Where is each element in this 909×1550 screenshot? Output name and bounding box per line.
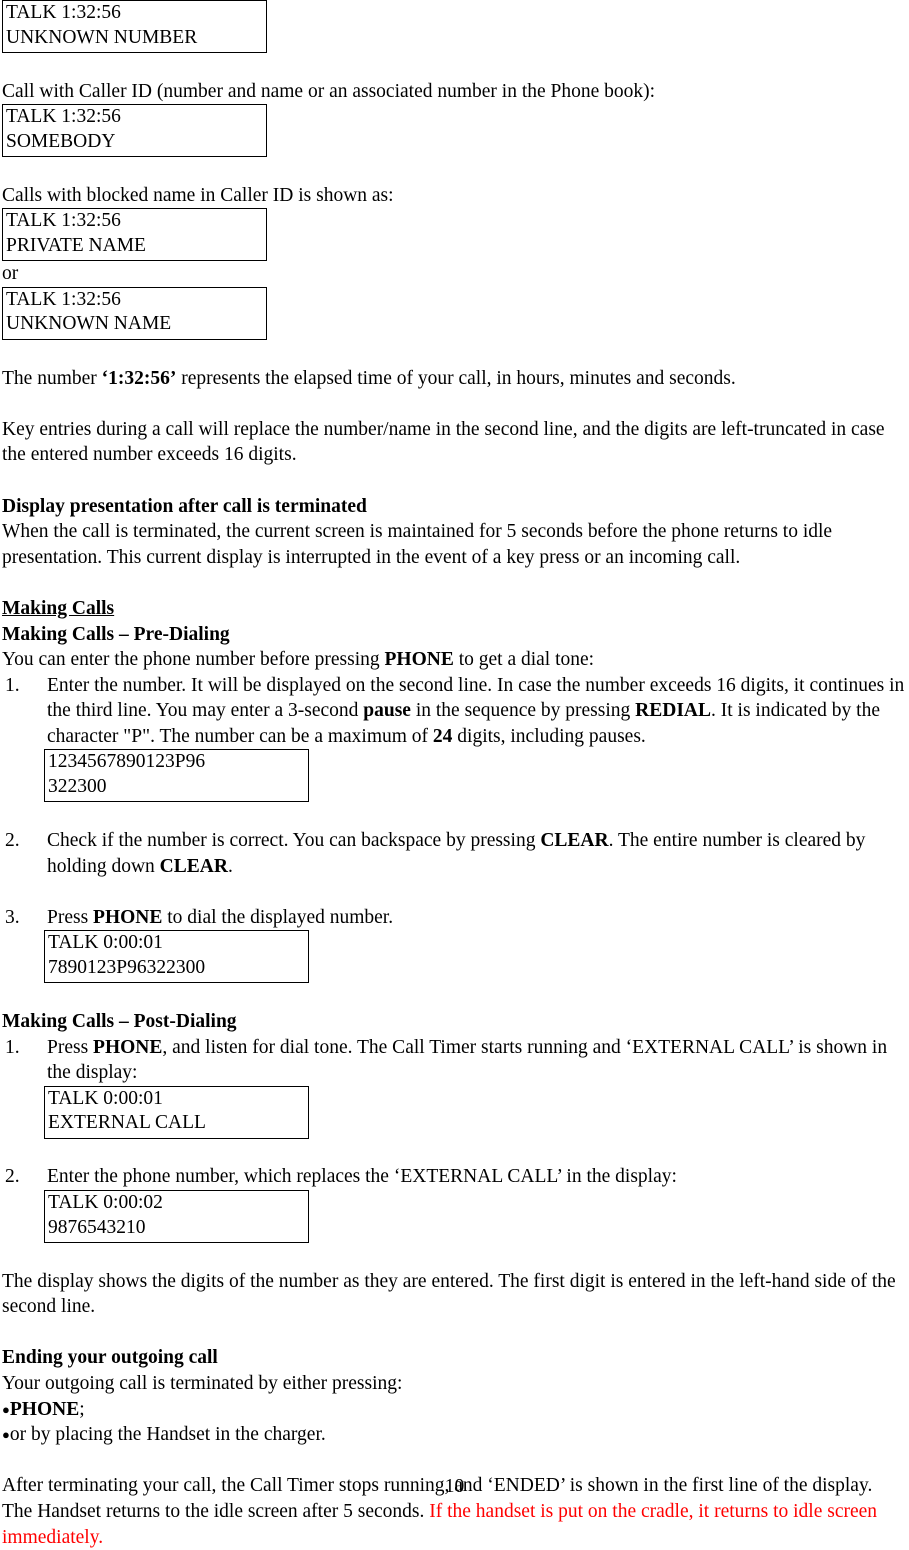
list-item-pre-step-3: 3. Press PHONE to dial the displayed num… [2,905,907,931]
display-after-terminated-body: When the call is terminated, the current… [2,521,833,568]
heading-making-calls: Making Calls [2,597,115,619]
list-number: 1. [5,674,20,696]
or-label: or [2,263,19,285]
lcd-line-1: TALK 1:32:56 [6,288,121,310]
bullet-item-charger: ●or by placing the Handset in the charge… [2,1422,907,1448]
lcd-line-1: TALK 0:00:02 [48,1192,163,1213]
key-entries-paragraph: Key entries during a call will replace t… [2,418,885,466]
lcd-line-1: TALK 1:32:56 [6,2,121,23]
lcd-line-1: TALK 1:32:56 [6,106,121,128]
list-item-pre-step-2: 2. Check if the number is correct. You c… [2,828,907,879]
list-item-text: Press PHONE, and listen for dial tone. T… [47,1035,907,1086]
step3-text-1: Press [47,906,94,928]
lcd-display-unknown-number: TALK 1:32:56 UNKNOWN NUMBER [2,0,267,53]
pre-dialing-intro-text-2: to get a dial tone: [453,649,595,671]
lcd-display-external-call: TALK 0:00:01 EXTERNAL CALL [44,1085,309,1139]
lcd-line-1: TALK 0:00:01 [48,1087,163,1109]
lcd-line-2: UNKNOWN NUMBER [6,26,198,48]
elapsed-time-value: ‘1:32:56’ [101,367,177,389]
pre-dialing-intro: You can enter the phone number before pr… [2,647,907,673]
step2-text-1: Check if the number is correct. You can … [47,830,541,852]
lcd-line-2: 7890123P96322300 [48,956,206,978]
lcd-line-2: EXTERNAL CALL [48,1112,206,1134]
lcd-display-private-name: TALK 1:32:56 PRIVATE NAME [2,208,267,262]
list-number: 3. [5,906,20,928]
display-shows-digits-paragraph: The display shows the digits of the numb… [2,1270,896,1318]
elapsed-time-paragraph: The number ‘1:32:56’ represents the elap… [2,366,907,392]
elapsed-time-text-1: The number [2,367,102,389]
elapsed-time-text-2: represents the elapsed time of your call… [176,367,736,389]
bullet-item-phone: ●PHONE; [2,1397,907,1423]
list-item-text: Enter the number. It will be displayed o… [47,673,907,750]
list-number: 2. [5,830,20,852]
page-number: 10 [444,1476,465,1497]
lcd-line-2: 322300 [48,775,107,797]
key-phone: PHONE [384,649,454,671]
key-phone: PHONE [93,1036,163,1058]
list-item-text: Enter the phone number, which replaces t… [47,1166,677,1188]
lcd-line-2: PRIVATE NAME [6,234,146,256]
list-item-text: Check if the number is correct. You can … [47,828,907,879]
pre-dialing-intro-text-1: You can enter the phone number before pr… [2,649,385,671]
lcd-line-1: 1234567890123P96 [48,751,206,773]
list-item-text: Press PHONE to dial the displayed number… [47,905,907,931]
key-clear-2: CLEAR [159,855,228,877]
max-digits-value: 24 [432,725,453,747]
lcd-line-1: TALK 1:32:56 [6,210,121,232]
step3-text-2: to dial the displayed number. [162,906,394,928]
key-clear-1: CLEAR [540,830,609,852]
heading-making-calls-post-dialing: Making Calls – Post-Dialing [2,1011,237,1033]
list-item-post-step-1: 1. Press PHONE, and listen for dial tone… [2,1035,907,1086]
bullet-icon: ● [2,1427,10,1443]
bullet-item-phone-tail: ; [79,1398,85,1420]
lcd-display-dialed-number: TALK 0:00:01 7890123P96322300 [44,930,309,984]
document-page: TALK 1:32:56 UNKNOWN NUMBER Call with Ca… [0,0,909,1548]
key-pause: pause [363,700,411,722]
step1-text-2: in the sequence by pressing [410,700,636,722]
lcd-display-somebody: TALK 1:32:56 SOMEBODY [2,104,267,158]
lcd-display-unknown-name: TALK 1:32:56 UNKNOWN NAME [2,286,267,340]
list-item-post-step-2: 2. Enter the phone number, which replace… [2,1164,907,1190]
ending-call-intro: Your outgoing call is terminated by eith… [2,1372,403,1394]
bullet-icon: ● [2,1401,10,1417]
lcd-line-2: SOMEBODY [6,130,116,152]
list-item-pre-step-1: 1. Enter the number. It will be displaye… [2,673,907,750]
list-number: 2. [5,1166,20,1188]
step2-text-3: . [227,855,233,877]
heading-ending-your-outgoing-call: Ending your outgoing call [2,1347,218,1369]
post-step1-text-2: , and listen for dial tone. The Call Tim… [47,1036,888,1084]
step1-text-4: digits, including pauses. [452,725,646,747]
blocked-name-intro-paragraph: Calls with blocked name in Caller ID is … [2,184,394,206]
key-phone: PHONE [9,1398,80,1420]
heading-making-calls-pre-dialing: Making Calls – Pre-Dialing [2,623,230,645]
lcd-display-entered-number: 1234567890123P96 322300 [44,749,309,803]
heading-display-after-terminated: Display presentation after call is termi… [2,495,367,517]
bullet-item-charger-text: or by placing the Handset in the charger… [9,1424,326,1446]
key-phone: PHONE [93,906,163,928]
post-step1-text-1: Press [47,1036,94,1058]
lcd-display-entered-phone-number: TALK 0:00:02 9876543210 [44,1190,309,1243]
lcd-line-2: UNKNOWN NAME [6,313,172,335]
lcd-line-1: TALK 0:00:01 [48,932,163,954]
key-redial: REDIAL [635,700,712,722]
list-number: 1. [5,1036,20,1058]
caller-id-intro-paragraph: Call with Caller ID (number and name or … [2,80,656,102]
lcd-line-2: 9876543210 [48,1216,146,1238]
